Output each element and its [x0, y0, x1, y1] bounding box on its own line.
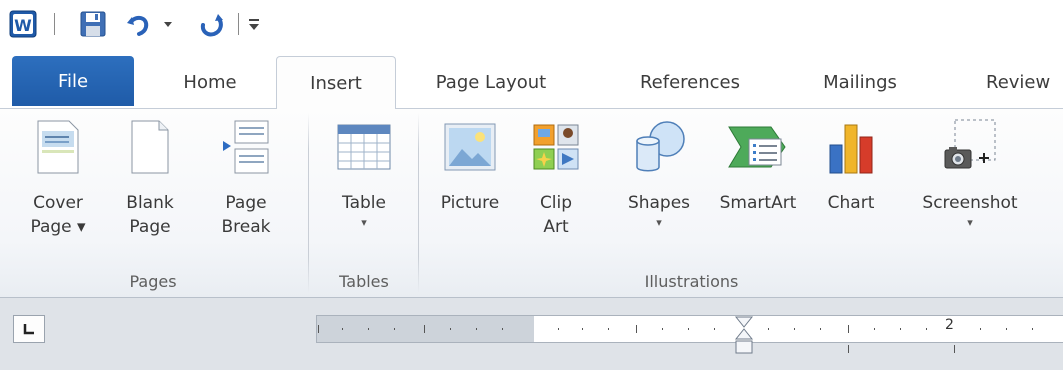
blank-page-button[interactable]: Blank Page	[112, 115, 188, 239]
screenshot-label: Screenshot	[922, 193, 1018, 213]
tab-mailings[interactable]: Mailings	[800, 56, 920, 108]
ruler-bar: 2	[0, 298, 1063, 370]
group-label-pages: Pages	[129, 272, 177, 291]
shapes-label: Shapes	[627, 193, 691, 213]
word-app-icon[interactable]: W	[8, 10, 38, 38]
group-pages: Cover Page ▾ Blank Page Page Break Pages	[0, 109, 306, 297]
blank-page-label-line1: Blank	[126, 193, 174, 213]
qat-separator	[238, 13, 239, 35]
ruler-number: 2	[945, 317, 954, 333]
tab-home[interactable]: Home	[150, 56, 270, 108]
clip-art-icon	[524, 115, 588, 179]
blank-page-label-line2: Page	[129, 217, 171, 237]
page-break-button[interactable]: Page Break	[206, 115, 286, 239]
tab-references[interactable]: References	[610, 56, 770, 108]
picture-button[interactable]: Picture	[430, 115, 510, 215]
indent-marker[interactable]	[734, 316, 754, 354]
smartart-label: SmartArt	[719, 193, 797, 213]
screenshot-button[interactable]: Screenshot ▾	[912, 115, 1028, 231]
cover-page-label-line1: Cover	[33, 193, 83, 213]
shapes-dropdown-arrow: ▾	[656, 216, 662, 229]
table-icon	[332, 115, 396, 179]
cover-page-button[interactable]: Cover Page ▾	[18, 115, 98, 239]
tab-selector-button[interactable]	[13, 315, 45, 343]
ribbon-panel: Cover Page ▾ Blank Page Page Break Pages…	[0, 108, 1063, 298]
table-label: Table	[342, 193, 386, 213]
page-break-label-line2: Break	[221, 217, 271, 237]
clip-art-label-line1: Clip	[539, 193, 573, 213]
screenshot-icon	[938, 115, 1002, 179]
page-break-label-line1: Page	[225, 193, 267, 213]
tab-review[interactable]: Review	[958, 56, 1063, 108]
group-label-tables: Tables	[339, 272, 389, 291]
undo-dropdown-icon[interactable]	[160, 10, 176, 38]
group-separator	[418, 113, 419, 293]
chart-icon	[819, 115, 883, 179]
ribbon-tab-bar: File Home Insert Page Layout References …	[0, 48, 1063, 109]
smartart-icon	[726, 115, 790, 179]
svg-text:W: W	[14, 16, 32, 35]
picture-label: Picture	[440, 193, 500, 213]
undo-icon[interactable]	[122, 10, 154, 38]
qat-separator	[54, 13, 55, 35]
tab-file[interactable]: File	[12, 56, 134, 106]
group-separator	[308, 113, 309, 293]
group-label-illustrations: Illustrations	[644, 272, 739, 291]
group-illustrations: Picture Clip Art Shapes ▾ SmartArt Chart…	[420, 109, 1063, 297]
table-button[interactable]: Table ▾	[324, 115, 404, 231]
left-tab-stop-icon	[23, 324, 34, 335]
blank-page-icon	[118, 115, 182, 179]
cover-page-label-line2: Page ▾	[30, 217, 86, 237]
tab-insert[interactable]: Insert	[276, 56, 396, 109]
screenshot-dropdown-arrow: ▾	[967, 216, 973, 229]
customize-qat-icon[interactable]	[244, 10, 264, 38]
page-break-icon	[214, 115, 278, 179]
save-icon[interactable]	[78, 10, 108, 38]
tab-page-layout[interactable]: Page Layout	[410, 56, 572, 108]
redo-icon[interactable]	[196, 10, 228, 38]
quick-access-toolbar: W	[0, 0, 1063, 48]
shapes-icon	[627, 115, 691, 179]
chart-label: Chart	[827, 193, 875, 213]
shapes-button[interactable]: Shapes ▾	[616, 115, 702, 231]
picture-icon	[438, 115, 502, 179]
table-dropdown-arrow: ▾	[361, 216, 367, 229]
clip-art-label-line2: Art	[543, 217, 569, 237]
group-tables: Table ▾ Tables	[310, 109, 418, 297]
clip-art-button[interactable]: Clip Art	[526, 115, 586, 239]
cover-page-icon	[26, 115, 90, 179]
chart-button[interactable]: Chart	[820, 115, 882, 215]
smartart-button[interactable]: SmartArt	[708, 115, 808, 215]
